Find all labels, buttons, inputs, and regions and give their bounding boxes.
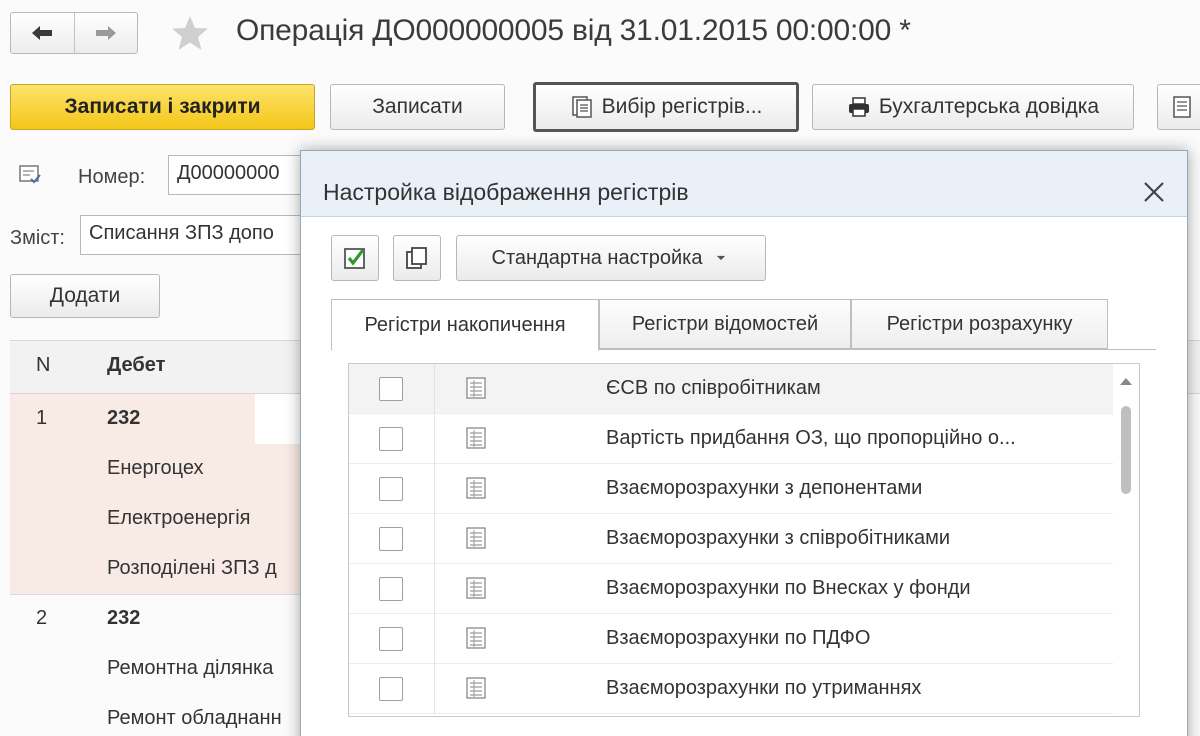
report-icon <box>1173 96 1191 118</box>
forward-arrow-icon <box>95 26 116 40</box>
table-cell <box>255 394 300 444</box>
register-settings-dialog: Настройка відображення регістрів Стандар… <box>300 150 1188 736</box>
list-item[interactable]: Взаєморозрахунки по ПДФО <box>349 614 1114 664</box>
back-arrow-icon <box>32 26 53 40</box>
tab-accumulation-registers[interactable]: Регістри накопичення <box>331 299 599 351</box>
list-item[interactable]: Взаєморозрахунки з депонентами <box>349 464 1114 514</box>
close-icon[interactable] <box>1141 179 1167 205</box>
register-name: Взаєморозрахунки по ПДФО <box>606 627 871 649</box>
list-scrollbar[interactable] <box>1113 364 1139 716</box>
scroll-up-icon[interactable] <box>1120 378 1132 385</box>
register-checkbox[interactable] <box>379 377 403 401</box>
register-checkbox[interactable] <box>379 677 403 701</box>
register-checkbox[interactable] <box>379 627 403 651</box>
column-divider <box>434 664 435 714</box>
list-item[interactable]: ЄСВ по співробітникам <box>349 364 1114 414</box>
column-debit[interactable]: Дебет <box>107 354 165 377</box>
list-item[interactable]: Взаєморозрахунки по Внесках у фонди <box>349 564 1114 614</box>
report-button[interactable] <box>1157 84 1200 130</box>
dialog-title: Настройка відображення регістрів <box>323 179 689 205</box>
row-number: 1 <box>36 407 48 429</box>
tab-calculation-registers[interactable]: Регістри розрахунку <box>851 299 1108 349</box>
row-subconto: Електроенергія <box>107 507 251 529</box>
tab-divider <box>599 349 1156 350</box>
scroll-thumb[interactable] <box>1121 406 1131 494</box>
row-subconto: Ремонт обладнанн <box>107 707 282 729</box>
number-label: Номер: <box>78 166 146 188</box>
column-divider <box>434 364 435 414</box>
row-account: 232 <box>107 607 141 629</box>
number-field[interactable]: Д00000000 <box>168 155 303 195</box>
dropdown-arrow-icon <box>717 255 726 261</box>
register-checkbox[interactable] <box>379 427 403 451</box>
list-item[interactable]: Вартість придбання ОЗ, що пропорційно о.… <box>349 414 1114 464</box>
list-item[interactable]: Взаєморозрахунки з співробітниками <box>349 514 1114 564</box>
accounting-reference-label: Бухгалтерська довідка <box>878 95 1100 118</box>
register-icon <box>466 577 486 599</box>
forward-button[interactable] <box>73 13 138 53</box>
save-button[interactable]: Записати <box>330 84 505 130</box>
register-name: Взаєморозрахунки з депонентами <box>606 477 923 499</box>
select-registers-button[interactable]: Вибір регістрів... <box>533 82 799 132</box>
favorite-star-icon[interactable] <box>170 14 210 52</box>
row-subconto: Ремонтна ділянка <box>107 657 274 679</box>
register-name: Взаєморозрахунки по Внесках у фонди <box>606 577 971 599</box>
list-item[interactable]: Взаєморозрахунки по утриманнях <box>349 664 1114 714</box>
register-checkbox[interactable] <box>379 527 403 551</box>
copy-icon <box>406 247 427 269</box>
add-label: Додати <box>49 284 121 307</box>
save-and-close-button[interactable]: Записати і закрити <box>10 84 315 130</box>
column-divider <box>434 564 435 614</box>
column-divider <box>434 464 435 514</box>
save-and-close-label: Записати і закрити <box>64 95 261 118</box>
accounting-reference-button[interactable]: Бухгалтерська довідка <box>812 84 1134 130</box>
register-name: Взаєморозрахунки з співробітниками <box>606 527 951 549</box>
column-n[interactable]: N <box>36 354 50 377</box>
register-checkbox[interactable] <box>379 577 403 601</box>
navigation-buttons <box>10 12 138 54</box>
register-list-icon <box>571 96 592 118</box>
column-divider <box>434 414 435 464</box>
save-label: Записати <box>372 95 463 118</box>
check-all-button[interactable] <box>331 235 379 281</box>
column-divider <box>434 514 435 564</box>
register-name: ЄСВ по співробітникам <box>606 377 821 399</box>
register-list: ЄСВ по співробітникам Вартість придбання… <box>348 363 1140 717</box>
row-number: 2 <box>36 607 48 629</box>
page-title: Операція ДО000000005 від 31.01.2015 00:0… <box>236 14 911 47</box>
select-registers-label: Вибір регістрів... <box>601 95 763 118</box>
add-button[interactable]: Додати <box>10 274 160 318</box>
document-posted-icon <box>19 165 41 184</box>
register-icon <box>466 377 486 399</box>
dialog-header: Настройка відображення регістрів <box>301 151 1187 217</box>
printer-icon <box>848 97 869 117</box>
back-button[interactable] <box>11 13 74 53</box>
register-icon <box>466 627 486 649</box>
register-name: Вартість придбання ОЗ, що пропорційно о.… <box>606 427 1016 449</box>
standard-settings-label: Стандартна настройка <box>491 246 703 269</box>
tab-information-registers[interactable]: Регістри відомостей <box>599 299 851 349</box>
check-all-icon <box>344 248 365 269</box>
row-subconto: Розподілені ЗПЗ д <box>107 557 277 579</box>
standard-settings-dropdown[interactable]: Стандартна настройка <box>456 235 766 281</box>
row-subconto: Енергоцех <box>107 457 204 479</box>
register-icon <box>466 477 486 499</box>
column-divider <box>434 614 435 664</box>
content-label: Зміст: <box>10 227 65 249</box>
register-icon <box>466 527 486 549</box>
copy-button[interactable] <box>393 235 441 281</box>
table-row[interactable]: 2 232 Ремонтна ділянка Ремонт обладнанн <box>10 595 300 736</box>
register-icon <box>466 427 486 449</box>
register-icon <box>466 677 486 699</box>
register-checkbox[interactable] <box>379 477 403 501</box>
register-name: Взаєморозрахунки по утриманнях <box>606 677 922 699</box>
content-field[interactable]: Списання ЗПЗ допо <box>80 215 303 255</box>
